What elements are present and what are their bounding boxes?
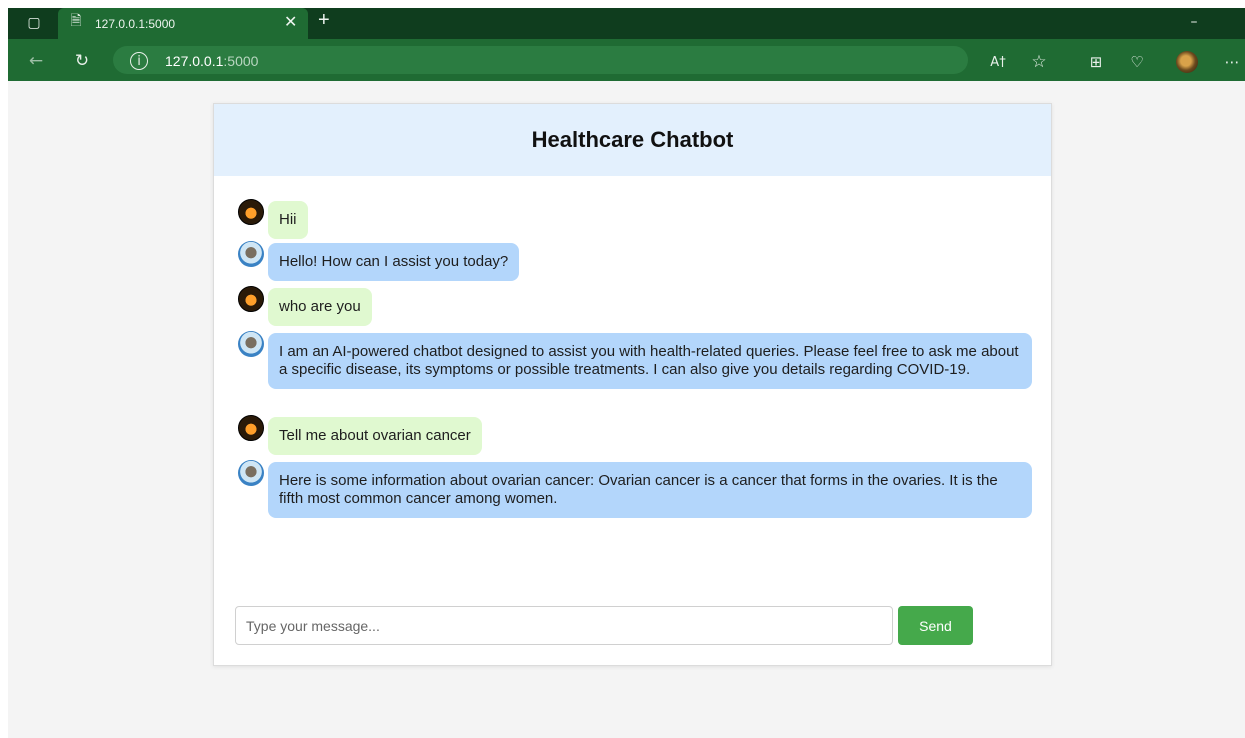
send-button[interactable]: Send [898,606,973,645]
user-message-bubble: Hii [268,201,308,239]
user-message-bubble: Tell me about ovarian cancer [268,417,482,455]
collections-icon[interactable]: ⊞ [1086,52,1106,72]
bot-message-bubble: I am an AI-powered chatbot designed to a… [268,333,1032,389]
bot-avatar [238,331,264,357]
chat-message-bot: Here is some information about ovarian c… [238,460,1032,518]
bot-message-bubble: Hello! How can I assist you today? [268,243,520,281]
favorite-icon[interactable]: ☆ [1029,52,1049,72]
close-icon[interactable]: ✕ [284,12,297,32]
new-tab-icon[interactable]: + [318,9,330,32]
tab-title: 127.0.0.1:5000 [95,17,176,31]
profile-avatar[interactable] [1176,51,1198,73]
page-icon: 🗎 [70,13,82,29]
info-icon[interactable]: i [130,52,148,70]
chat-message-bot: Hello! How can I assist you today? [238,241,520,281]
user-avatar [238,199,264,225]
bot-avatar [238,241,264,267]
bot-avatar [238,460,264,486]
chat-message-user: Hii [238,199,308,239]
bot-message-bubble: Here is some information about ovarian c… [268,462,1032,518]
page-title: Healthcare Chatbot [531,127,734,152]
reload-icon[interactable]: ↻ [72,51,92,71]
user-avatar [238,415,264,441]
minimize-icon[interactable]: – [1184,12,1204,32]
read-aloud-icon[interactable]: A† [988,52,1008,72]
sidebar-icon[interactable]: ▢ [24,13,44,33]
url-text[interactable]: 127.0.0.1:5000 [165,53,258,69]
user-avatar [238,286,264,312]
chat-message-user: who are you [238,286,372,326]
chat-message-user: Tell me about ovarian cancer [238,415,482,455]
back-icon[interactable]: ← [26,51,46,71]
chat-header: Healthcare Chatbot [214,104,1051,176]
user-message-bubble: who are you [268,288,372,326]
health-icon[interactable]: ♡ [1127,52,1147,72]
chat-message-bot: I am an AI-powered chatbot designed to a… [238,331,1032,389]
more-icon[interactable]: ⋯ [1222,52,1242,72]
chat-container: Healthcare Chatbot Hii Hello! How can I … [213,103,1052,666]
message-input[interactable] [235,606,893,645]
